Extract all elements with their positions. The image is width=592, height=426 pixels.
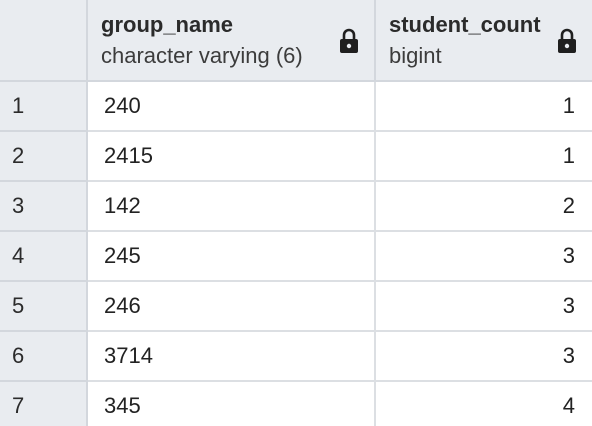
cell-group-name[interactable]: 245: [87, 231, 376, 282]
cell-student-count[interactable]: 1: [375, 131, 592, 182]
cell-student-count[interactable]: 3: [375, 231, 592, 282]
cell-group-name[interactable]: 240: [87, 81, 376, 132]
lock-icon: [558, 28, 576, 53]
results-table: group_name character varying (6) student…: [0, 0, 592, 426]
column-type: character varying (6): [101, 43, 303, 68]
column-name: student_count: [389, 12, 541, 37]
cell-group-name[interactable]: 3714: [87, 331, 376, 382]
table-row[interactable]: 4 245 3: [0, 231, 592, 282]
table-row[interactable]: 3 142 2: [0, 181, 592, 232]
row-number[interactable]: 1: [0, 81, 88, 132]
cell-student-count[interactable]: 3: [375, 281, 592, 332]
select-all-corner[interactable]: [0, 0, 88, 82]
cell-student-count[interactable]: 2: [375, 181, 592, 232]
table-row[interactable]: 7 345 4: [0, 381, 592, 426]
cell-group-name[interactable]: 2415: [87, 131, 376, 182]
cell-student-count[interactable]: 1: [375, 81, 592, 132]
query-results-grid: group_name character varying (6) student…: [0, 0, 592, 426]
row-number[interactable]: 6: [0, 331, 88, 382]
column-header-group-name[interactable]: group_name character varying (6): [87, 0, 376, 82]
cell-student-count[interactable]: 3: [375, 331, 592, 382]
column-type: bigint: [389, 43, 442, 68]
cell-group-name[interactable]: 345: [87, 381, 376, 426]
table-row[interactable]: 2 2415 1: [0, 131, 592, 182]
header-row: group_name character varying (6) student…: [0, 0, 592, 82]
cell-group-name[interactable]: 142: [87, 181, 376, 232]
cell-student-count[interactable]: 4: [375, 381, 592, 426]
row-number[interactable]: 7: [0, 381, 88, 426]
cell-group-name[interactable]: 246: [87, 281, 376, 332]
column-name: group_name: [101, 12, 234, 37]
column-header-student-count[interactable]: student_count bigint: [375, 0, 592, 82]
table-row[interactable]: 5 246 3: [0, 281, 592, 332]
row-number[interactable]: 2: [0, 131, 88, 182]
table-row[interactable]: 6 3714 3: [0, 331, 592, 382]
row-number[interactable]: 5: [0, 281, 88, 332]
row-number[interactable]: 4: [0, 231, 88, 282]
table-row[interactable]: 1 240 1: [0, 81, 592, 132]
row-number[interactable]: 3: [0, 181, 88, 232]
lock-icon: [340, 28, 358, 53]
